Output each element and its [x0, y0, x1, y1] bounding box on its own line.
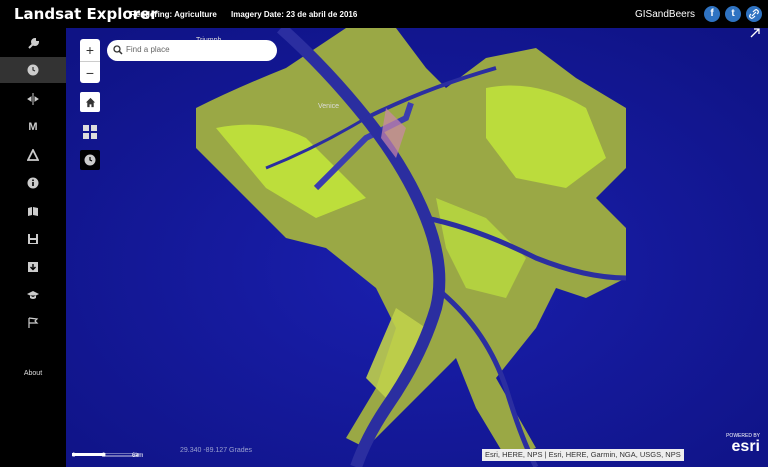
scale-bar: 0 3 6km [72, 446, 152, 464]
download-icon [28, 262, 38, 272]
scale-label-3: 3 [102, 453, 106, 459]
search-box[interactable]: Find a place [107, 40, 277, 61]
link-icon[interactable] [746, 6, 762, 22]
sidebar-item-time[interactable] [0, 57, 66, 83]
clock-icon [84, 154, 96, 166]
user-name[interactable]: GISandBeers [635, 9, 695, 20]
zoom-out-button[interactable]: − [80, 62, 100, 84]
sidebar-item-swipe[interactable] [0, 86, 66, 112]
sidebar-item-download[interactable] [0, 254, 66, 280]
sidebar-item-bookmark[interactable] [0, 198, 66, 224]
rendering-label: Rendering: Agriculture [130, 10, 217, 19]
place-label-venice: Venice [318, 103, 339, 110]
expand-arrow-icon [750, 28, 760, 38]
basemap-grid-icon [83, 125, 97, 139]
zoom-in-button[interactable]: + [80, 39, 100, 61]
basemap-button[interactable] [80, 122, 100, 142]
search-icon [113, 45, 123, 55]
time-slider-button[interactable] [80, 150, 100, 170]
sidebar-item-triangle[interactable] [0, 142, 66, 168]
about-link[interactable]: About [0, 370, 66, 377]
flag-icon [28, 317, 39, 328]
home-icon [85, 97, 95, 107]
expand-icon[interactable] [750, 28, 764, 40]
zoom-control: + − [80, 39, 100, 83]
save-icon [28, 234, 38, 244]
imagery-date-label: Imagery Date: 23 de abril de 2016 [231, 10, 358, 19]
esri-logo[interactable]: POWERED BY esri [712, 433, 760, 463]
scale-label-0: 0 [72, 453, 76, 459]
graduation-cap-icon [27, 291, 39, 299]
scale-label-6km: 6km [132, 453, 144, 459]
m-icon: M [28, 121, 38, 133]
attribution[interactable]: Esri, HERE, NPS | Esri, HERE, Garmin, NG… [482, 449, 684, 461]
clock-icon [27, 64, 39, 76]
triangle-icon [27, 149, 39, 161]
search-input[interactable]: Find a place [126, 45, 170, 54]
sidebar-item-info[interactable] [0, 170, 66, 196]
sidebar-item-save[interactable] [0, 226, 66, 252]
home-button[interactable] [80, 92, 100, 112]
bookmark-icon [28, 207, 38, 216]
chain-icon [749, 9, 759, 19]
header-bar: Landsat Explorer Rendering: Agriculture … [0, 0, 768, 28]
coordinate-readout: 29.340 -89.127 Grades [180, 447, 252, 454]
info-icon [27, 177, 39, 189]
sidebar-item-education[interactable] [0, 282, 66, 308]
sidebar-item-tools[interactable] [0, 31, 66, 57]
facebook-icon[interactable]: f [704, 6, 720, 22]
map-view[interactable]: Venice Triumph [66, 28, 768, 467]
sidebar: M About [0, 28, 66, 467]
swipe-icon [27, 93, 39, 105]
sidebar-item-flag[interactable] [0, 310, 66, 336]
sidebar-item-m[interactable]: M [0, 114, 66, 140]
esri-wordmark: esri [731, 438, 760, 455]
wrench-icon [28, 38, 39, 49]
twitter-icon[interactable]: t [725, 6, 741, 22]
satellite-imagery: Venice Triumph [66, 28, 768, 467]
